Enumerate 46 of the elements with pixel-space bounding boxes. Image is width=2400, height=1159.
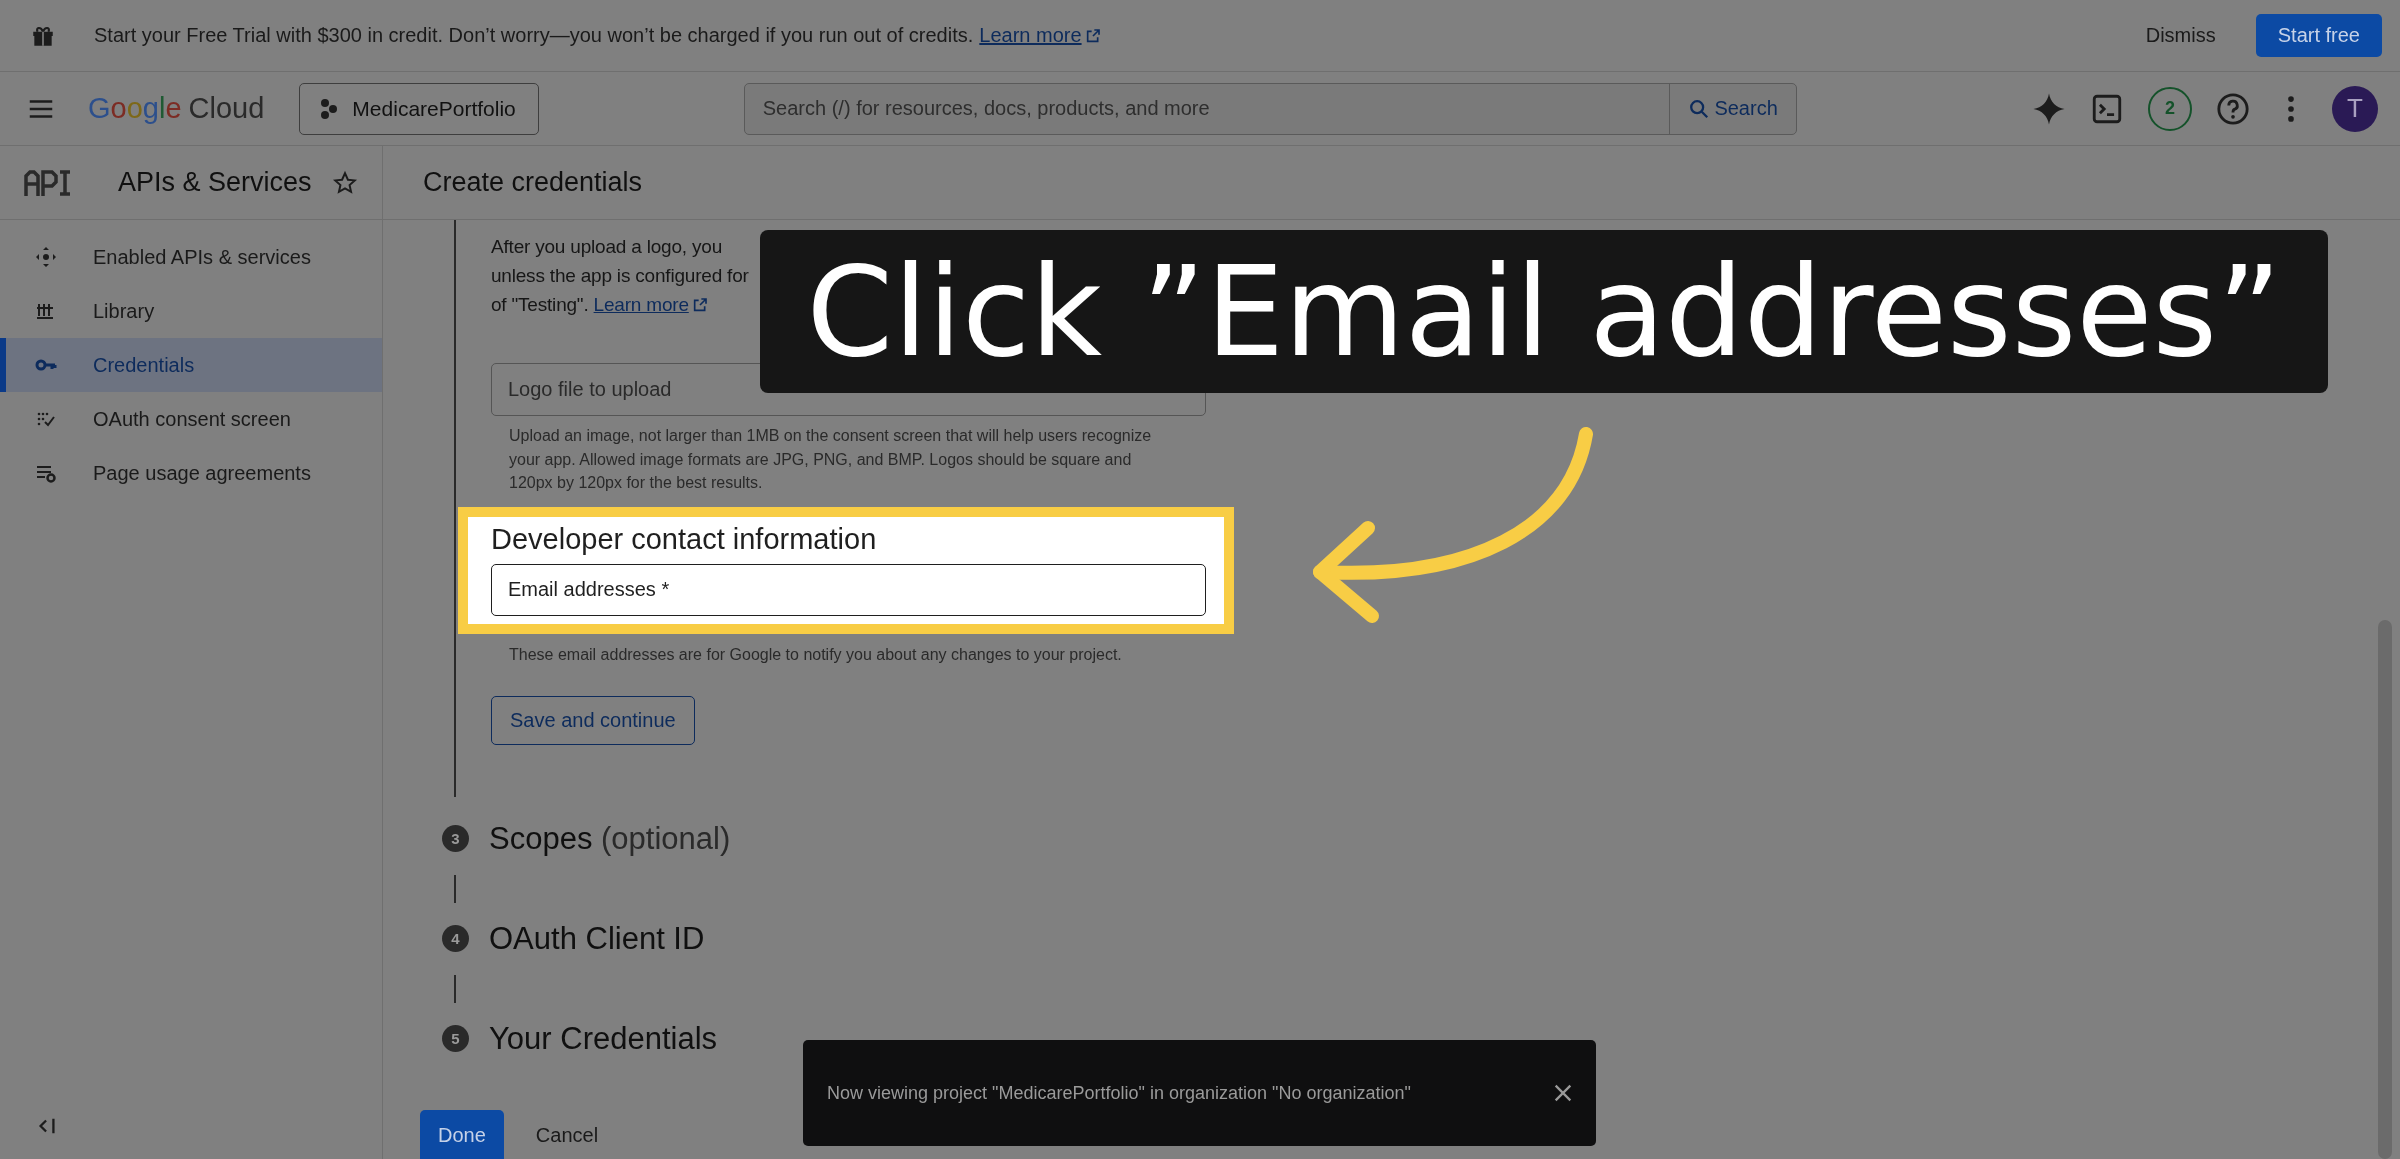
verification-note-line: After you upload a logo, you [491, 236, 722, 257]
dots-icon [320, 97, 339, 120]
step-number: 5 [442, 1025, 469, 1052]
done-button[interactable]: Done [420, 1110, 504, 1159]
search-icon [1688, 97, 1711, 120]
external-link-icon [1084, 27, 1101, 44]
section-title: APIs & Services [118, 167, 313, 198]
search-field[interactable]: Search (/) for resources, docs, products, and more Search [743, 82, 1797, 135]
move-arrows-icon [34, 245, 58, 269]
logo-upload-field[interactable]: Logo file to upload [491, 363, 1206, 416]
snackbar-message: Now viewing project "MedicarePortfolio" in organization "No organization" [827, 1081, 1412, 1105]
sidebar-item[interactable]: Credentials [0, 338, 382, 392]
trial-banner-text: Start your Free Trial with $300 in credit. Don’t worry—you won’t be charged if you run out of credits. [94, 24, 974, 47]
account-avatar[interactable]: T [2332, 85, 2378, 132]
page-title: Create credentials [383, 146, 2400, 220]
help-icon[interactable] [2216, 91, 2250, 126]
email-field[interactable]: Email addresses * [491, 563, 1206, 616]
search-input[interactable]: Search (/) for resources, docs, products, and more [744, 83, 1670, 134]
step-title[interactable]: Your Credentials [489, 1020, 718, 1057]
step-title[interactable]: Scopes (optional) [489, 820, 731, 857]
sidebar-item[interactable]: Page usage agreements [0, 446, 382, 500]
step-number: 3 [442, 825, 469, 852]
notification-count[interactable]: 2 [2148, 86, 2192, 131]
learn-more-link[interactable]: Learn more [979, 24, 1101, 47]
dismiss-button[interactable]: Dismiss [2135, 16, 2226, 55]
step-title[interactable]: OAuth Client ID [489, 920, 705, 957]
logo-help-text: Upload an image, not larger than 1MB on the consent screen that will help users recognize your app. Allowed image formats are JPG, PNG, and BMP. Logos should be square and 120px by 120px for the best results. [509, 426, 1153, 493]
sidebar-item[interactable]: Library [0, 284, 382, 338]
google-cloud-logo[interactable]: Google Cloud [88, 92, 265, 125]
sidebar-item[interactable]: Enabled APIs & services [0, 230, 382, 284]
save-and-continue-button[interactable]: Save and continue [491, 695, 695, 745]
project-picker[interactable]: MedicarePortfolio [299, 82, 539, 135]
close-icon[interactable] [1552, 1082, 1574, 1104]
cancel-button[interactable]: Cancel [523, 1110, 611, 1159]
learn-more-link[interactable]: Learn more [593, 290, 708, 319]
step-number: 4 [442, 925, 469, 952]
search-button[interactable]: Search [1669, 83, 1796, 134]
start-free-button[interactable]: Start free [2255, 14, 2382, 57]
verification-note-line: of "Testing". [491, 294, 589, 315]
api-icon [24, 169, 72, 196]
star-icon[interactable] [332, 169, 358, 196]
verification-note-line: unless the app is configured for [491, 265, 749, 286]
section-heading: Developer contact information [491, 521, 878, 556]
external-link-icon [691, 296, 708, 313]
email-help-text: These email addresses are for Google to notify you about any changes to your project. [509, 644, 1123, 665]
sidebar-item[interactable]: OAuth consent screen [0, 392, 382, 446]
